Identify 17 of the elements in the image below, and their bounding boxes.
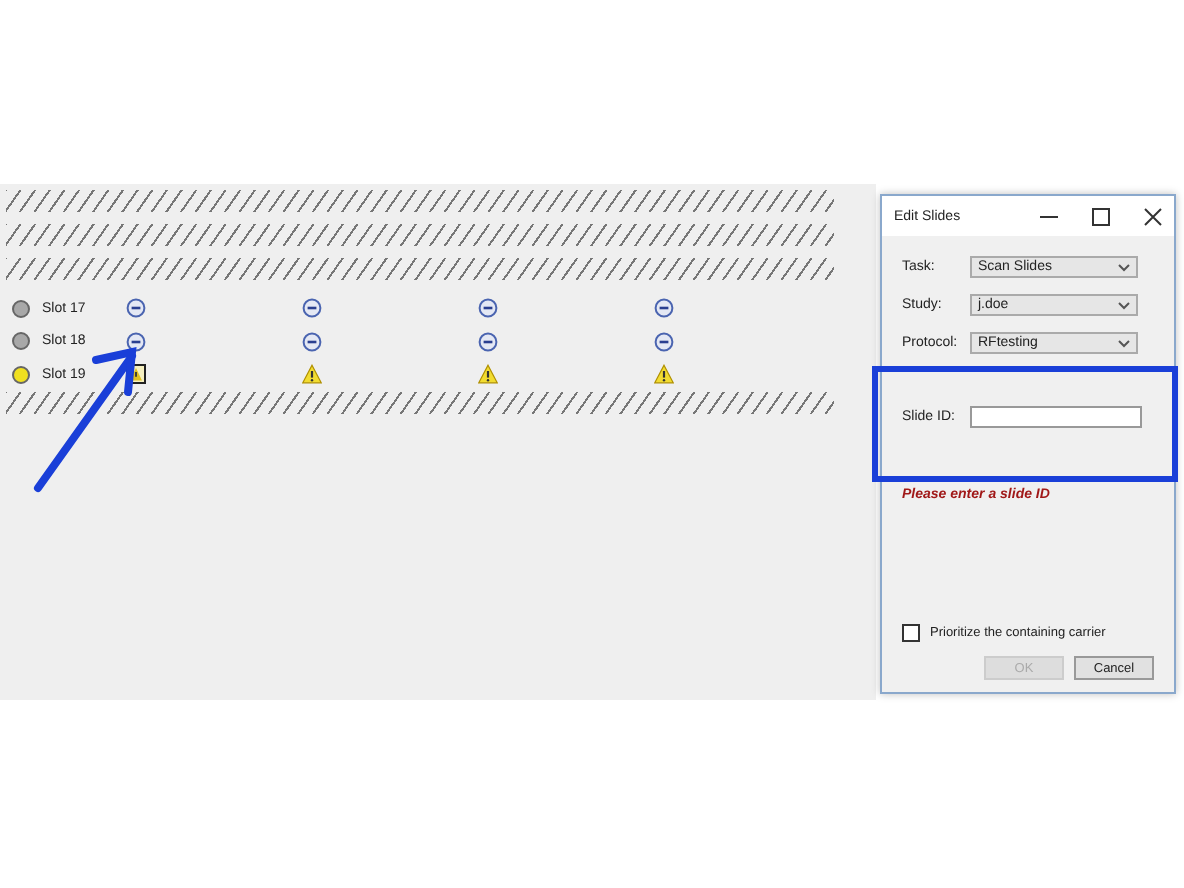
close-icon[interactable] [1144, 207, 1162, 225]
minus-circle-icon [302, 298, 322, 319]
chevron-down-icon[interactable] [1118, 339, 1130, 347]
slide-id-field[interactable] [970, 406, 1142, 428]
warning-icon [478, 364, 498, 385]
minus-circle-icon [126, 331, 146, 352]
minus-circle-icon [302, 331, 322, 352]
minus-circle-icon [654, 331, 674, 352]
maximize-icon[interactable] [1092, 207, 1110, 225]
minus-circle-icon [478, 331, 498, 352]
warning-icon [302, 364, 322, 385]
minus-circle-icon [654, 298, 674, 319]
minus-circle-icon [478, 298, 498, 319]
warning-icon [654, 364, 674, 385]
chevron-down-icon[interactable] [1118, 263, 1130, 271]
chevron-down-icon[interactable] [1118, 301, 1130, 309]
minus-circle-icon [126, 298, 146, 319]
